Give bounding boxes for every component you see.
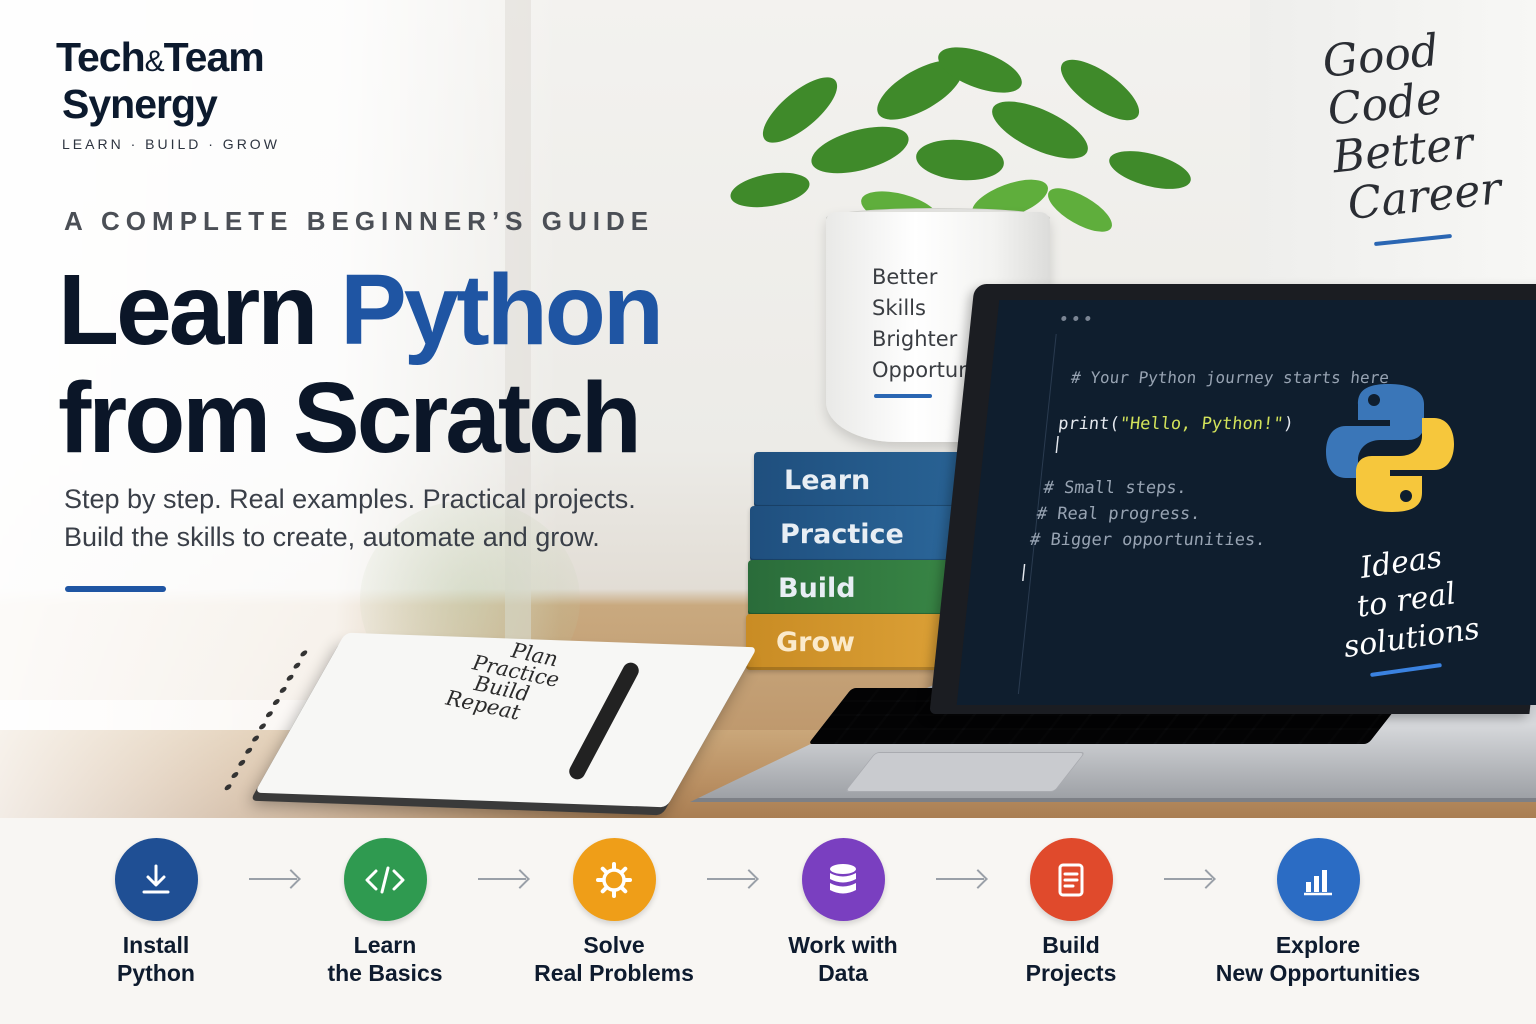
download-icon bbox=[142, 864, 170, 893]
code-comment: # Real progress. bbox=[1035, 504, 1202, 524]
window-dot bbox=[1073, 316, 1079, 321]
code-cursor: | bbox=[1051, 434, 1064, 454]
step-label-line: Build bbox=[1042, 932, 1100, 958]
step-label-line: Learn bbox=[353, 932, 417, 958]
step-label: Build Projects bbox=[951, 931, 1191, 987]
learning-roadmap: Install Python Learn the Basics Solve Re… bbox=[0, 818, 1536, 1024]
database-icon bbox=[830, 863, 856, 893]
step-label: Solve Real Problems bbox=[494, 931, 734, 987]
step-circle bbox=[1276, 838, 1360, 921]
screen-handwriting: Ideas to real solutions bbox=[1331, 535, 1482, 667]
step-label-line: the Basics bbox=[327, 960, 443, 986]
hero-title-line1: Learn Python bbox=[58, 254, 664, 366]
step-circle bbox=[1029, 838, 1113, 921]
laptop-trackpad bbox=[844, 752, 1086, 792]
step-label: Work with Data bbox=[723, 931, 963, 987]
brand-word: Team bbox=[163, 34, 265, 80]
roadmap-step-projects: Build Projects bbox=[951, 838, 1191, 987]
step-label-line: Python bbox=[117, 960, 195, 986]
step-circle bbox=[343, 838, 427, 921]
document-icon bbox=[1058, 863, 1084, 896]
step-label-line: New Opportunities bbox=[1215, 960, 1421, 986]
brand-logo: Tech&Team Synergy bbox=[56, 34, 265, 127]
roadmap-step-basics: Learn the Basics bbox=[265, 838, 505, 987]
pot-underline bbox=[874, 394, 932, 398]
step-label-line: Real Problems bbox=[534, 960, 694, 986]
gear-icon bbox=[596, 861, 632, 898]
roadmap-step-explore: Explore New Opportunities bbox=[1198, 838, 1438, 987]
wall-note: Good Code Better Career bbox=[1320, 22, 1504, 230]
code-string: "Hello, Python!" bbox=[1118, 414, 1285, 434]
code-line: print("Hello, Python!") bbox=[1057, 414, 1295, 434]
bar-chart-icon bbox=[1304, 869, 1332, 895]
step-label-line: Install bbox=[122, 932, 190, 958]
step-label: Install Python bbox=[36, 931, 276, 987]
hero-title: Learn Python from Scratch bbox=[58, 254, 664, 474]
roadmap-step-data: Work with Data bbox=[723, 838, 963, 987]
brand-ampersand: & bbox=[144, 45, 165, 78]
step-label-line: Projects bbox=[1025, 960, 1117, 986]
brand-name-line1: Tech&Team bbox=[56, 34, 265, 83]
hero-kicker: A COMPLETE BEGINNER’S GUIDE bbox=[64, 206, 655, 236]
brand-tagline: LEARN · BUILD · GROW bbox=[62, 136, 280, 152]
code-comment: # Small steps. bbox=[1042, 478, 1188, 498]
editor-titlebar bbox=[996, 300, 1536, 334]
step-label-line: Explore bbox=[1275, 932, 1361, 958]
code-paren: ) bbox=[1282, 414, 1295, 434]
hero-subtitle: Step by step. Real examples. Practical p… bbox=[64, 480, 636, 556]
step-circle bbox=[801, 838, 885, 921]
step-label-line: Work with bbox=[788, 932, 898, 958]
code-icon bbox=[365, 866, 405, 893]
code-function: print( bbox=[1057, 414, 1121, 434]
step-label-line: Data bbox=[818, 960, 868, 986]
step-label: Learn the Basics bbox=[265, 931, 505, 987]
hero-title-accent: Python bbox=[340, 254, 664, 366]
hero-title-text: Learn bbox=[58, 254, 341, 366]
notebook-text: Plan Practice Build Repeat bbox=[444, 631, 565, 730]
window-dot bbox=[1085, 316, 1091, 321]
code-comment: # Bigger opportunities. bbox=[1029, 530, 1267, 550]
step-circle bbox=[114, 838, 198, 921]
roadmap-step-install: Install Python bbox=[36, 838, 276, 987]
step-label-line: Solve bbox=[583, 932, 645, 958]
window-dot bbox=[1061, 316, 1067, 321]
step-label: Explore New Opportunities bbox=[1198, 931, 1438, 987]
hero-subtitle-line: Step by step. Real examples. Practical p… bbox=[64, 484, 636, 514]
code-cursor: | bbox=[1017, 562, 1030, 582]
hero-subtitle-line: Build the skills to create, automate and… bbox=[64, 522, 600, 552]
hero-title-line2: from Scratch bbox=[58, 362, 642, 474]
brand-name-line2: Synergy bbox=[62, 81, 218, 127]
step-circle bbox=[572, 838, 656, 921]
python-logo-icon bbox=[1326, 384, 1454, 512]
brand-word: Tech bbox=[56, 34, 146, 80]
roadmap-step-solve: Solve Real Problems bbox=[494, 838, 734, 987]
hero-accent-rule bbox=[65, 586, 166, 592]
